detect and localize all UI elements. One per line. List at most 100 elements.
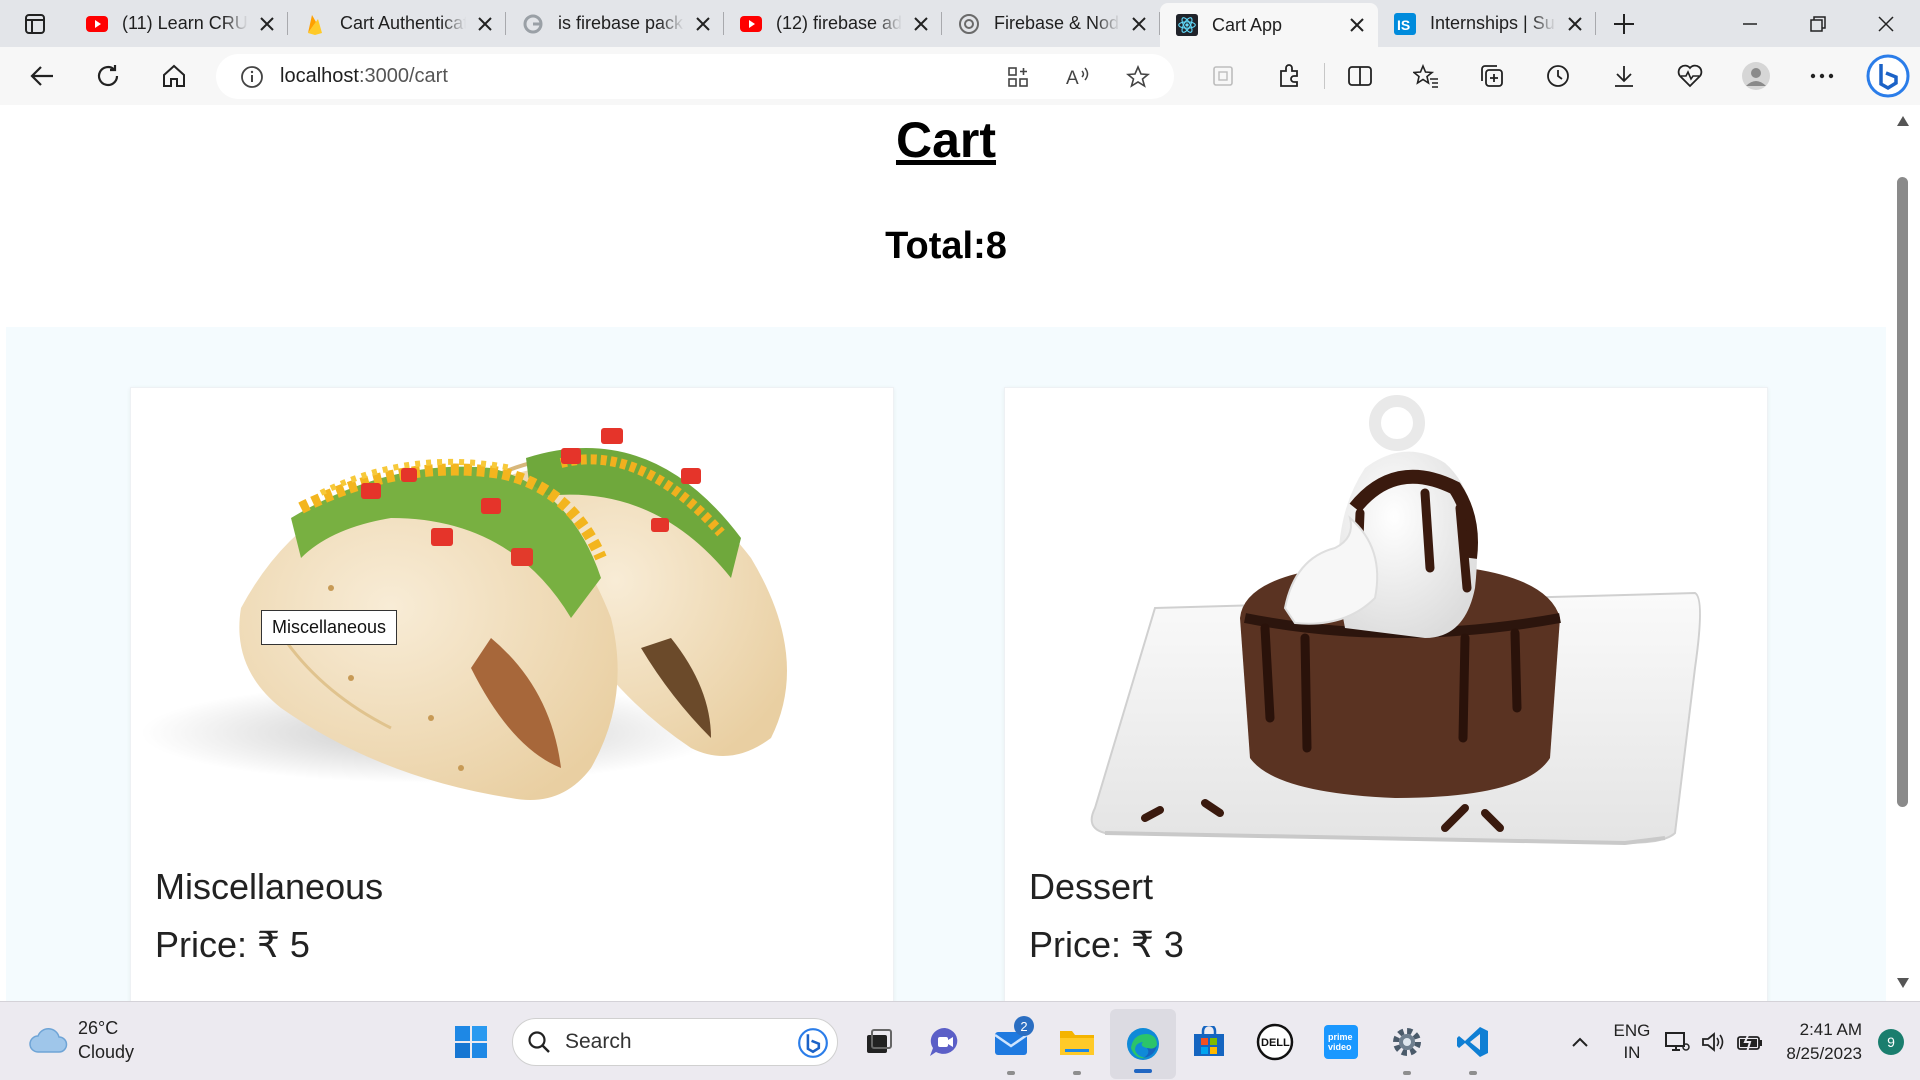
google-icon: [522, 13, 544, 35]
youtube-icon: [86, 13, 108, 35]
close-icon[interactable]: [1128, 13, 1150, 35]
address-bar-actions: A: [988, 54, 1168, 99]
tab-title: (11) Learn CRUD: [122, 13, 248, 33]
edge-browser-button[interactable]: [1110, 1008, 1176, 1079]
scroll-up-icon[interactable]: [1896, 115, 1910, 127]
browser-tab[interactable]: is firebase package: [506, 0, 724, 47]
page-viewport: Cart Total:8 Miscellaneous Miscellaneous…: [6, 105, 1886, 1001]
favorites-list-icon: [1413, 64, 1438, 88]
weather-description: Cloudy: [78, 1042, 135, 1062]
profile-button[interactable]: [1723, 54, 1789, 98]
tab-actions-icon: [25, 13, 45, 34]
chatgpt-icon: [958, 13, 980, 35]
read-aloud-button[interactable]: A: [1048, 54, 1108, 99]
clock[interactable]: 2:41 AM 8/25/2023: [1786, 1018, 1862, 1066]
cart-item-card[interactable]: Miscellaneous Miscellaneous Price: ₹ 5: [130, 387, 894, 1001]
mail-app-button[interactable]: 2: [978, 1002, 1044, 1080]
split-screen-button[interactable]: [1327, 54, 1393, 98]
restore-button[interactable]: [1784, 0, 1852, 47]
bing-icon: [1866, 54, 1910, 98]
task-view-button[interactable]: [846, 1002, 912, 1080]
history-button[interactable]: [1525, 54, 1591, 98]
quick-settings-button[interactable]: [1664, 1030, 1764, 1054]
vscode-icon: [1457, 1026, 1488, 1057]
close-icon[interactable]: [1346, 14, 1368, 36]
region-code: IN: [1623, 1042, 1641, 1062]
browser-tab[interactable]: (11) Learn CRUD: [70, 0, 288, 47]
favorites-button[interactable]: [1393, 54, 1459, 98]
page-title: Cart: [895, 112, 997, 168]
windows-taskbar: 26°C Cloudy Search 2 DELL prime video EN…: [0, 1001, 1920, 1080]
browser-tab[interactable]: Firebase & Node: [942, 0, 1160, 47]
scroll-down-icon[interactable]: [1896, 977, 1910, 989]
scrollbar-thumb[interactable]: [1897, 177, 1908, 807]
back-button[interactable]: [14, 54, 70, 98]
settings-more-button[interactable]: [1789, 54, 1855, 98]
prime-video-button[interactable]: prime video: [1308, 1002, 1374, 1080]
page-scrollbar[interactable]: [1886, 105, 1920, 1001]
cart-item-card[interactable]: Dessert Price: ₹ 3: [1004, 387, 1768, 1001]
weather-widget[interactable]: 26°C Cloudy: [28, 1016, 134, 1064]
close-window-button[interactable]: [1852, 0, 1920, 47]
windows-logo-icon: [455, 1025, 487, 1058]
teams-chat-button[interactable]: [912, 1002, 978, 1080]
browser-tab[interactable]: Cart Authentication: [288, 0, 506, 47]
app-available-button[interactable]: [988, 54, 1048, 99]
info-icon[interactable]: [240, 65, 264, 89]
refresh-icon: [97, 65, 119, 87]
show-hidden-icons-button[interactable]: [1560, 1036, 1600, 1048]
new-tab-button[interactable]: [1596, 0, 1652, 47]
extensions-button[interactable]: [1256, 54, 1322, 98]
tab-actions-button[interactable]: [0, 0, 70, 47]
dell-logo-icon: DELL: [1256, 1023, 1294, 1060]
vscode-button[interactable]: [1440, 1002, 1506, 1080]
address-bar[interactable]: localhost:3000/cart A: [216, 54, 1174, 99]
microsoft-store-button[interactable]: [1176, 1002, 1242, 1080]
image-alt-tooltip: Miscellaneous: [261, 610, 398, 645]
prime-video-icon: primevideo: [1324, 1024, 1358, 1059]
cart-total: Total:8: [885, 225, 1007, 267]
internshala-icon: IS: [1394, 12, 1416, 35]
close-icon[interactable]: [1564, 13, 1586, 35]
favorite-button[interactable]: [1108, 54, 1168, 99]
taskbar-search[interactable]: Search: [512, 1017, 838, 1066]
item-price: Price: ₹ 5: [155, 924, 310, 965]
more-icon: [1810, 73, 1834, 79]
collections-button[interactable]: [1459, 54, 1525, 98]
history-icon: [1547, 65, 1569, 87]
chevron-up-icon: [1571, 1037, 1588, 1047]
file-explorer-button[interactable]: [1044, 1002, 1110, 1080]
language-indicator[interactable]: ENG IN: [1614, 1020, 1651, 1064]
store-icon: [1194, 1025, 1224, 1056]
close-icon[interactable]: [910, 13, 932, 35]
svg-text:prime: prime: [1328, 1032, 1353, 1042]
weather-temperature: 26°C: [78, 1018, 119, 1038]
start-button[interactable]: [438, 1002, 504, 1080]
close-icon[interactable]: [474, 13, 496, 35]
browser-tab-active[interactable]: Cart App: [1160, 3, 1378, 47]
notification-badge[interactable]: 9: [1878, 1028, 1904, 1055]
close-icon[interactable]: [692, 13, 714, 35]
reading-view-button[interactable]: [1190, 54, 1256, 98]
browser-tab[interactable]: IS Internships | Su: [1378, 0, 1596, 47]
puzzle-icon: [1280, 64, 1298, 87]
dell-app-button[interactable]: DELL: [1242, 1002, 1308, 1080]
tab-strip: (11) Learn CRUD Cart Authentication is f…: [0, 0, 1920, 47]
item-name: Miscellaneous: [155, 866, 384, 907]
home-button[interactable]: [146, 54, 202, 98]
search-icon: [528, 1030, 550, 1053]
brownie-sundae-image: [1090, 395, 1701, 846]
svg-text:IS: IS: [1397, 17, 1410, 33]
task-view-icon: [867, 1028, 892, 1053]
browser-tab[interactable]: (12) firebase add: [724, 0, 942, 47]
settings-app-button[interactable]: [1374, 1002, 1440, 1080]
downloads-button[interactable]: [1591, 54, 1657, 98]
minimize-button[interactable]: [1716, 0, 1784, 47]
chat-icon: [930, 1027, 958, 1056]
bing-chat-button[interactable]: [1855, 54, 1920, 98]
refresh-button[interactable]: [80, 54, 136, 98]
taco-image: [141, 428, 787, 800]
performance-button[interactable]: [1657, 54, 1723, 98]
close-icon[interactable]: [256, 13, 278, 35]
volume-icon: [1702, 1031, 1724, 1052]
